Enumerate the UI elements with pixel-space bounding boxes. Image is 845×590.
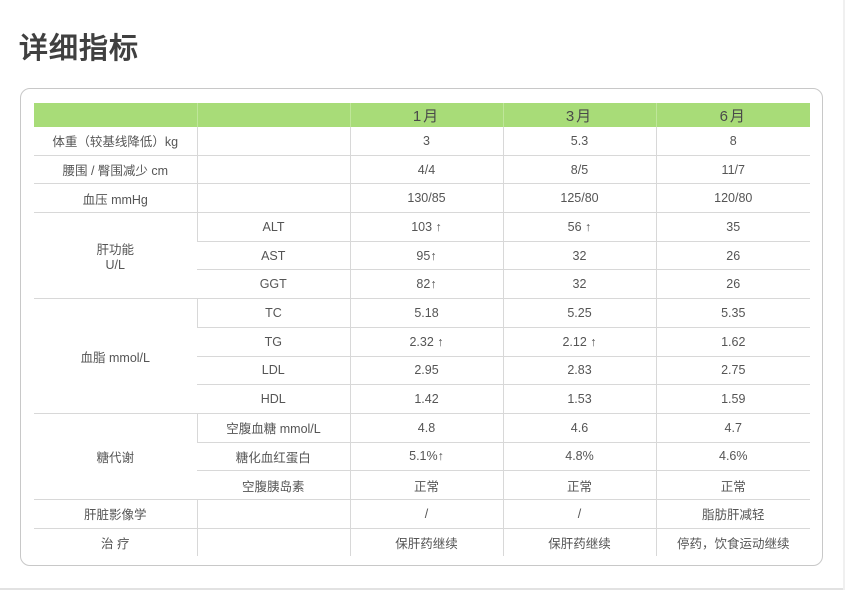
sub-label: TG — [197, 326, 350, 356]
table-row: 血脂 mmol/L TC 5.18 5.25 5.35 — [34, 298, 810, 414]
cell-value: 5.35 — [655, 298, 810, 328]
cell-value: 130/85 — [349, 183, 503, 213]
cell-value: 11/7 — [655, 154, 810, 184]
cell-value: 5.1%↑ — [349, 441, 503, 471]
sub-label-blank — [196, 183, 350, 213]
cell-value: 2.75 — [655, 355, 810, 385]
cell-value: 4.7 — [655, 412, 810, 443]
table-row: 肝脏影像学 / / 脂肪肝减轻 — [34, 498, 810, 529]
cell-value: 4.8% — [502, 441, 656, 471]
cell-value: 正常 — [502, 470, 656, 500]
table-row: 体重（较基线降低）kg 3 5.3 8 — [34, 127, 810, 156]
row-label: 治 疗 — [34, 527, 197, 557]
sub-label: 糖化血红蛋白 — [197, 441, 350, 471]
cell-value: 正常 — [349, 470, 503, 500]
cell-value: 正常 — [655, 470, 810, 500]
cell-value: 1.53 — [502, 384, 656, 414]
header-month-3: 3月 — [502, 103, 656, 127]
sub-label: 空腹胰岛素 — [197, 470, 350, 500]
cell-value: 95↑ — [349, 240, 503, 270]
cell-value: 26 — [655, 240, 810, 270]
sub-label: AST — [197, 240, 350, 270]
cell-value: 1.42 — [349, 384, 503, 414]
cell-value: 125/80 — [502, 183, 656, 213]
page-title: 详细指标 — [19, 31, 140, 65]
cell-value: 1.59 — [655, 384, 810, 414]
cell-value: 32 — [502, 269, 656, 299]
table-row: 糖代谢 空腹血糖 mmol/L 4.8 4.6 4.7 — [34, 412, 810, 500]
row-label: 血压 mmHg — [34, 183, 197, 213]
cell-value: 32 — [502, 240, 656, 270]
cell-value: 2.32 ↑ — [349, 326, 503, 356]
cell-value: 保肝药继续 — [349, 527, 503, 557]
cell-value: 4.6 — [502, 412, 656, 443]
table-row: 腰围 / 臀围减少 cm 4/4 8/5 11/7 — [34, 154, 810, 184]
header-month-1: 1月 — [349, 103, 503, 127]
sub-label-blank — [196, 127, 350, 156]
cell-value: 120/80 — [655, 183, 810, 213]
cell-value: 8/5 — [502, 154, 656, 184]
cell-value: / — [349, 498, 503, 529]
cell-value: 103 ↑ — [349, 212, 503, 242]
cell-value: 脂肪肝减轻 — [655, 498, 810, 529]
sub-label: GGT — [197, 269, 350, 299]
row-label: 腰围 / 臀围减少 cm — [34, 154, 197, 184]
header-month-6: 6月 — [655, 103, 810, 127]
metrics-card: 1月 3月 6月 体重（较基线降低）kg 3 5.3 8 腰围 / 臀围减少 c… — [20, 88, 823, 566]
cell-value: / — [502, 498, 656, 529]
group-label-line: 肝功能 — [96, 243, 134, 258]
table-row: 肝功能 U/L ALT 103 ↑ 56 ↑ 35 — [34, 212, 810, 299]
header-cell-blank — [34, 103, 197, 127]
cell-value: 3 — [349, 127, 503, 156]
cell-value: 56 ↑ — [502, 212, 656, 242]
table-header-row: 1月 3月 6月 — [34, 103, 810, 127]
cell-value: 8 — [655, 127, 810, 156]
header-cell-blank — [196, 103, 350, 127]
cell-value: 4/4 — [349, 154, 503, 184]
cell-value: 5.3 — [502, 127, 656, 156]
cell-value: 2.12 ↑ — [502, 326, 656, 356]
group-label-liver: 肝功能 U/L — [34, 212, 197, 299]
group-label-glucose: 糖代谢 — [34, 412, 197, 500]
sub-label-blank — [196, 498, 350, 529]
cell-value: 4.6% — [655, 441, 810, 471]
sub-label: HDL — [197, 384, 350, 414]
table-row: 治 疗 保肝药继续 保肝药继续 停药，饮食运动继续 — [34, 527, 810, 557]
cell-value: 82↑ — [349, 269, 503, 299]
cell-value: 5.25 — [502, 298, 656, 328]
cell-value: 1.62 — [655, 326, 810, 356]
cell-value: 5.18 — [349, 298, 503, 328]
sub-label: LDL — [197, 355, 350, 385]
row-label: 体重（较基线降低）kg — [52, 135, 179, 150]
sub-label: TC — [196, 298, 350, 328]
row-label: 肝脏影像学 — [34, 498, 197, 529]
cell-value: 停药，饮食运动继续 — [655, 527, 810, 557]
group-label-line: U/L — [105, 258, 125, 273]
cell-value: 2.95 — [349, 355, 503, 385]
cell-value: 35 — [655, 212, 810, 242]
sub-label-blank — [196, 527, 350, 557]
cell-value: 26 — [655, 269, 810, 299]
table-row: 血压 mmHg 130/85 125/80 120/80 — [34, 183, 810, 213]
cell-value: 2.83 — [502, 355, 656, 385]
sub-label: ALT — [196, 212, 350, 242]
sub-label-blank — [196, 154, 350, 184]
metrics-table: 1月 3月 6月 体重（较基线降低）kg 3 5.3 8 腰围 / 臀围减少 c… — [34, 103, 810, 557]
cell-value: 4.8 — [349, 412, 503, 443]
cell-value: 保肝药继续 — [502, 527, 656, 557]
sub-label: 空腹血糖 mmol/L — [196, 412, 350, 443]
group-label-lipid: 血脂 mmol/L — [34, 298, 197, 414]
